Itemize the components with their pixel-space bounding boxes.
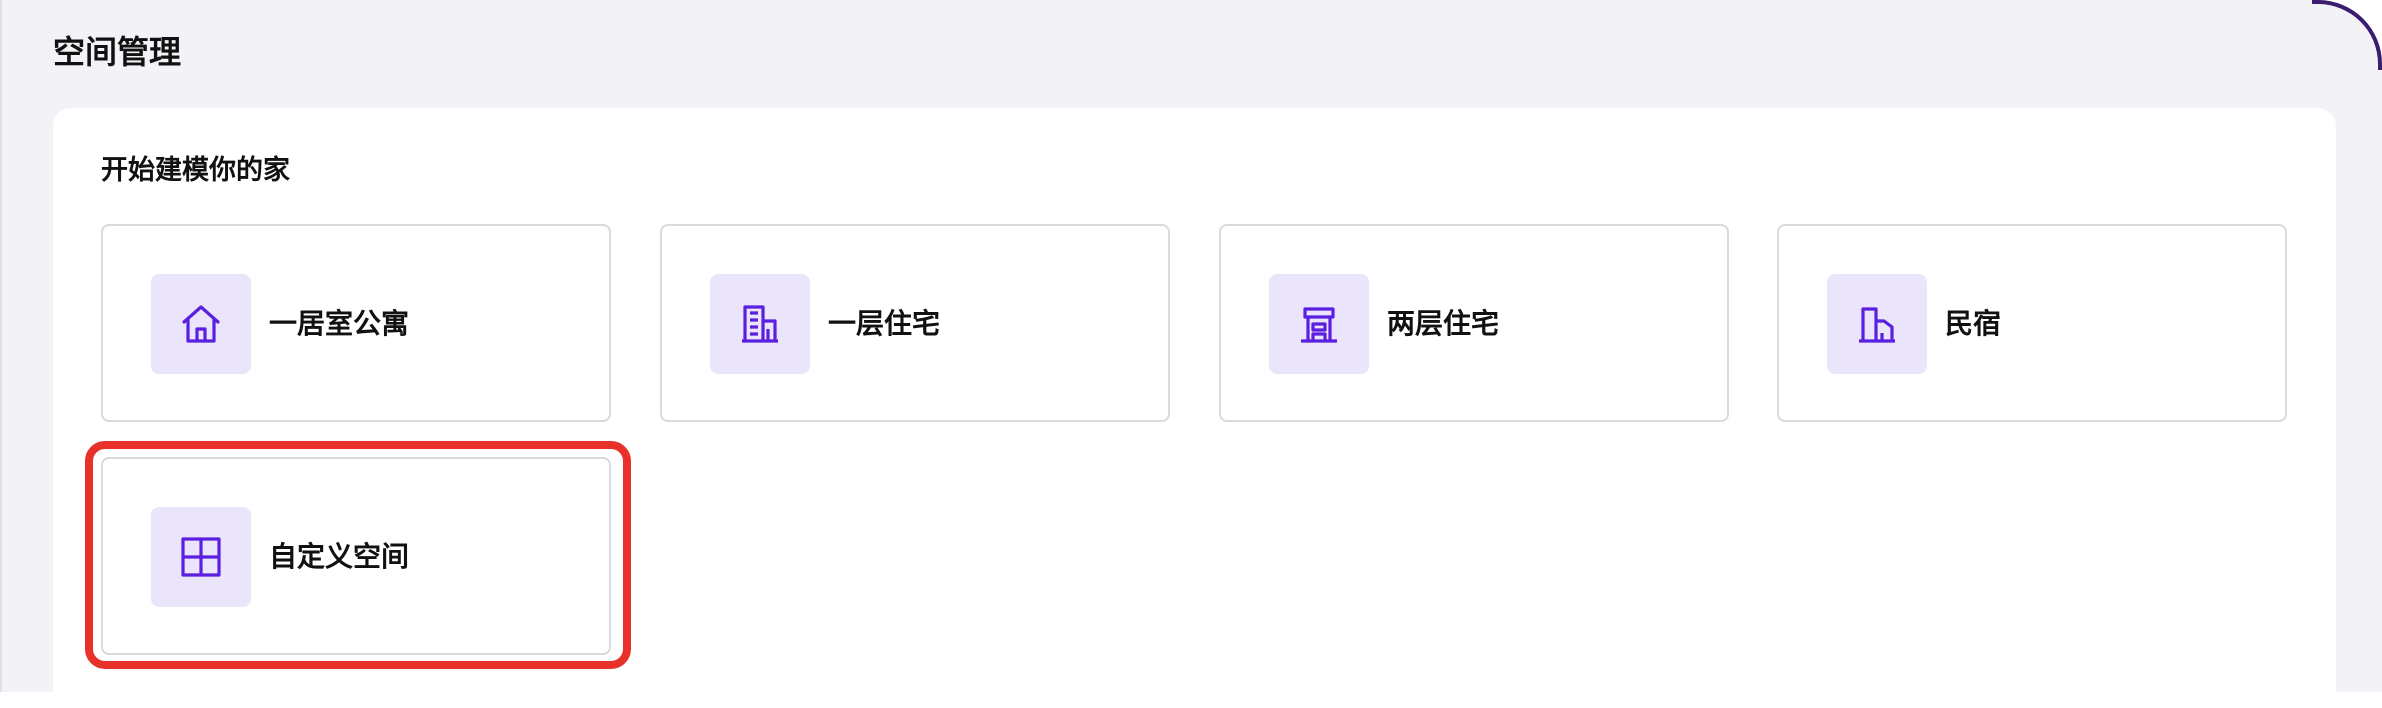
section-title: 开始建模你的家 (101, 155, 290, 186)
card-label: 自定义空间 (269, 540, 410, 573)
grid-icon (181, 537, 221, 577)
two-story-icon (1301, 307, 1337, 343)
card-two-story-house[interactable]: 两层住宅 (1219, 224, 1729, 422)
card-icon-box (1827, 274, 1927, 374)
card-single-story-house[interactable]: 一层住宅 (660, 224, 1170, 422)
card-icon-box (151, 274, 251, 374)
card-label: 一层住宅 (828, 307, 941, 340)
card-one-bedroom-apartment[interactable]: 一居室公寓 (101, 224, 611, 422)
homestay-icon (1859, 307, 1895, 343)
card-icon-box (151, 507, 251, 607)
card-homestay[interactable]: 民宿 (1777, 224, 2287, 422)
page-title: 空间管理 (53, 33, 182, 71)
window-corner (2312, 0, 2382, 70)
app-frame: 空间管理 开始建模你的家 一居室公寓 一层住宅 两层住宅 民宿 自定义空间 (0, 0, 2382, 708)
card-label: 民宿 (1945, 307, 2002, 340)
card-label: 两层住宅 (1387, 307, 1500, 340)
space-panel: 开始建模你的家 一居室公寓 一层住宅 两层住宅 民宿 自定义空间 (53, 108, 2336, 708)
card-label: 一居室公寓 (269, 307, 410, 340)
card-icon-box (710, 274, 810, 374)
house-icon (182, 305, 220, 343)
card-custom-space[interactable]: 自定义空间 (101, 457, 611, 655)
building-icon (742, 305, 778, 343)
card-icon-box (1269, 274, 1369, 374)
